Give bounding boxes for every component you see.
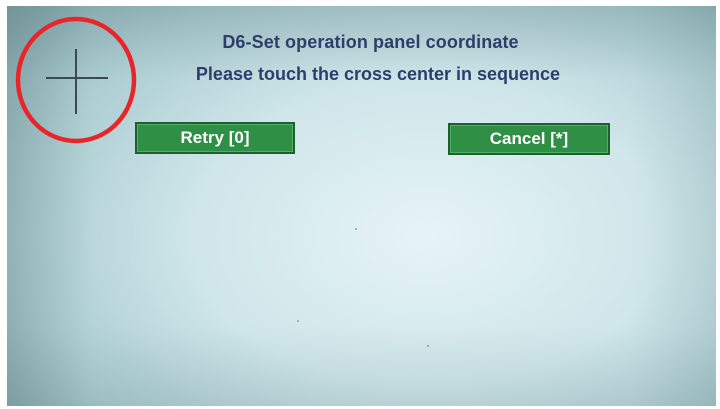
dialog-instruction: Please touch the cross center in sequenc… [195, 64, 561, 84]
touch-screen[interactable]: D6-Set operation panel coordinate Please… [7, 6, 716, 406]
screen-speck [355, 228, 357, 230]
screen-speck [297, 320, 299, 322]
cancel-button[interactable]: Cancel [*] [448, 123, 610, 155]
screen-speck [427, 345, 429, 347]
dialog-title: D6-Set operation panel coordinate [222, 32, 519, 52]
device-frame: D6-Set operation panel coordinate Please… [0, 0, 720, 409]
retry-button[interactable]: Retry [0] [135, 122, 295, 154]
